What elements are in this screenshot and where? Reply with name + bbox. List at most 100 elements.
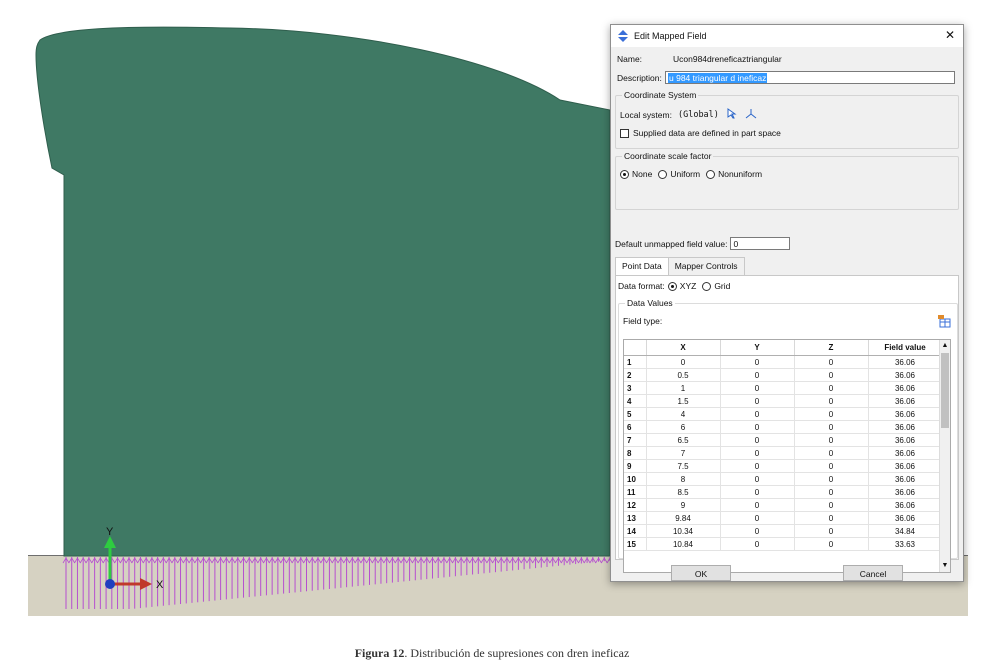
table-cell[interactable]: 0 bbox=[794, 407, 869, 421]
table-row[interactable]: 9 7.5 0 0 36.06 bbox=[624, 459, 943, 473]
table-cell[interactable]: 0 bbox=[794, 511, 869, 525]
table-cell[interactable]: 0 bbox=[720, 485, 795, 499]
table-row[interactable]: 2 0.5 0 0 36.06 bbox=[624, 368, 943, 382]
table-row[interactable]: 4 1.5 0 0 36.06 bbox=[624, 394, 943, 408]
table-cell[interactable]: 36.06 bbox=[868, 459, 943, 473]
table-cell[interactable]: 36.06 bbox=[868, 420, 943, 434]
table-row[interactable]: 7 6.5 0 0 36.06 bbox=[624, 433, 943, 447]
scroll-down-icon[interactable]: ▼ bbox=[940, 561, 950, 571]
table-cell[interactable]: 10.84 bbox=[646, 537, 721, 551]
table-cell[interactable]: 36.06 bbox=[868, 394, 943, 408]
table-cell[interactable]: 0 bbox=[794, 459, 869, 473]
table-cell[interactable]: 0 bbox=[794, 537, 869, 551]
table-cell[interactable]: 0 bbox=[720, 446, 795, 460]
table-row[interactable]: 8 7 0 0 36.06 bbox=[624, 446, 943, 460]
scroll-thumb[interactable] bbox=[941, 353, 949, 428]
table-cell[interactable]: 0 bbox=[794, 368, 869, 382]
header-z[interactable]: Z bbox=[794, 340, 869, 356]
table-cell[interactable]: 36.06 bbox=[868, 407, 943, 421]
table-cell[interactable]: 36.06 bbox=[868, 433, 943, 447]
table-cell[interactable]: 0 bbox=[794, 394, 869, 408]
table-cell[interactable]: 4 bbox=[646, 407, 721, 421]
table-cell[interactable]: 36.06 bbox=[868, 485, 943, 499]
table-cell[interactable]: 7 bbox=[646, 446, 721, 460]
table-row[interactable]: 3 1 0 0 36.06 bbox=[624, 381, 943, 395]
table-row[interactable]: 10 8 0 0 36.06 bbox=[624, 472, 943, 486]
table-cell[interactable]: 33.63 bbox=[868, 537, 943, 551]
format-grid-radio[interactable] bbox=[702, 281, 712, 291]
table-cell[interactable]: 0 bbox=[794, 498, 869, 512]
data-values-table[interactable]: X Y Z Field value 1 0 0 0 36.06 2 0.5 0 0 36.06 3 1… bbox=[623, 339, 951, 573]
table-cell[interactable]: 36.06 bbox=[868, 446, 943, 460]
table-cell[interactable]: 0 bbox=[720, 381, 795, 395]
table-cell[interactable]: 0 bbox=[794, 381, 869, 395]
description-input[interactable]: u 984 triangular d ineficaz bbox=[665, 71, 955, 84]
table-options-icon[interactable] bbox=[937, 314, 951, 330]
header-field-value[interactable]: Field value bbox=[868, 340, 943, 356]
table-cell[interactable]: 0 bbox=[720, 537, 795, 551]
table-cell[interactable]: 0 bbox=[794, 355, 869, 369]
table-row[interactable]: 13 9.84 0 0 36.06 bbox=[624, 511, 943, 525]
table-cell[interactable]: 0 bbox=[720, 394, 795, 408]
table-cell[interactable]: 36.06 bbox=[868, 498, 943, 512]
table-cell[interactable]: 0 bbox=[794, 446, 869, 460]
table-cell[interactable]: 0 bbox=[720, 420, 795, 434]
dialog-titlebar[interactable]: Edit Mapped Field ✕ bbox=[611, 25, 963, 48]
table-cell[interactable]: 1.5 bbox=[646, 394, 721, 408]
scale-nonuniform-radio[interactable] bbox=[706, 169, 716, 179]
table-cell[interactable]: 36.06 bbox=[868, 355, 943, 369]
table-cell[interactable]: 10.34 bbox=[646, 524, 721, 538]
table-cell[interactable]: 0 bbox=[794, 472, 869, 486]
table-cell[interactable]: 36.06 bbox=[868, 381, 943, 395]
ok-button[interactable]: OK bbox=[671, 565, 731, 581]
scroll-up-icon[interactable]: ▲ bbox=[940, 341, 950, 351]
table-cell[interactable]: 36.06 bbox=[868, 472, 943, 486]
table-cell[interactable]: 0 bbox=[794, 524, 869, 538]
table-cell[interactable]: 6.5 bbox=[646, 433, 721, 447]
table-cell[interactable]: 6 bbox=[646, 420, 721, 434]
table-cell[interactable]: 36.06 bbox=[868, 368, 943, 382]
close-icon[interactable]: ✕ bbox=[943, 28, 957, 42]
datum-csys-icon[interactable] bbox=[745, 108, 757, 121]
table-cell[interactable]: 8 bbox=[646, 472, 721, 486]
table-row[interactable]: 1 0 0 0 36.06 bbox=[624, 355, 943, 369]
table-cell[interactable]: 0 bbox=[720, 368, 795, 382]
table-row[interactable]: 14 10.34 0 0 34.84 bbox=[624, 524, 943, 538]
cancel-button[interactable]: Cancel bbox=[843, 565, 903, 581]
table-cell[interactable]: 0 bbox=[646, 355, 721, 369]
pick-cursor-icon[interactable] bbox=[727, 108, 737, 121]
table-cell[interactable]: 0 bbox=[720, 459, 795, 473]
table-cell[interactable]: 0 bbox=[794, 485, 869, 499]
supplied-data-checkbox[interactable] bbox=[620, 128, 629, 138]
table-cell[interactable]: 8.5 bbox=[646, 485, 721, 499]
table-cell[interactable]: 9 bbox=[646, 498, 721, 512]
tab-point-data[interactable]: Point Data bbox=[615, 257, 669, 276]
table-cell[interactable]: 0 bbox=[720, 524, 795, 538]
tab-mapper-controls[interactable]: Mapper Controls bbox=[667, 257, 745, 275]
table-scrollbar[interactable]: ▲ ▼ bbox=[939, 340, 950, 572]
scale-uniform-radio[interactable] bbox=[658, 169, 668, 179]
table-cell[interactable]: 0 bbox=[794, 433, 869, 447]
table-cell[interactable]: 0 bbox=[720, 472, 795, 486]
table-cell[interactable]: 36.06 bbox=[868, 511, 943, 525]
table-cell[interactable]: 0 bbox=[720, 355, 795, 369]
table-row[interactable]: 5 4 0 0 36.06 bbox=[624, 407, 943, 421]
table-row[interactable]: 6 6 0 0 36.06 bbox=[624, 420, 943, 434]
table-cell[interactable]: 0 bbox=[720, 407, 795, 421]
table-cell[interactable]: 34.84 bbox=[868, 524, 943, 538]
format-xyz-radio[interactable] bbox=[667, 281, 677, 291]
scale-none-radio[interactable] bbox=[620, 169, 629, 179]
header-y[interactable]: Y bbox=[720, 340, 795, 356]
table-row[interactable]: 11 8.5 0 0 36.06 bbox=[624, 485, 943, 499]
table-cell[interactable]: 0 bbox=[720, 511, 795, 525]
table-cell[interactable]: 0 bbox=[720, 433, 795, 447]
table-cell[interactable]: 0.5 bbox=[646, 368, 721, 382]
default-value-input[interactable]: 0 bbox=[730, 237, 791, 250]
table-cell[interactable]: 1 bbox=[646, 381, 721, 395]
header-x[interactable]: X bbox=[646, 340, 721, 356]
table-row[interactable]: 12 9 0 0 36.06 bbox=[624, 498, 943, 512]
table-cell[interactable]: 7.5 bbox=[646, 459, 721, 473]
table-row[interactable]: 15 10.84 0 0 33.63 bbox=[624, 537, 943, 551]
table-cell[interactable]: 0 bbox=[720, 498, 795, 512]
table-cell[interactable]: 9.84 bbox=[646, 511, 721, 525]
